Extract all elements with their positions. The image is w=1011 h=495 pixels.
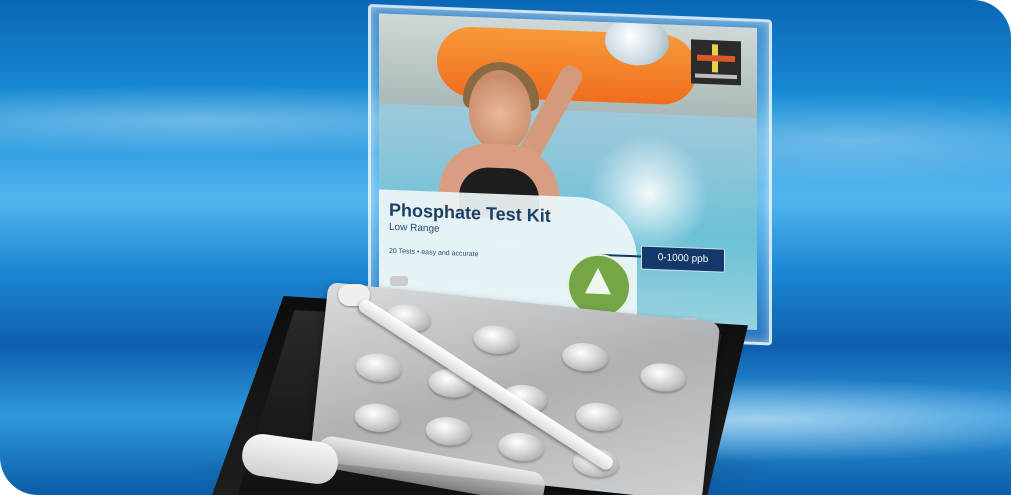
tablet	[472, 323, 521, 357]
logo-text	[695, 73, 737, 80]
photo-frame: Phosphate Test Kit Low Range 20 Tests • …	[0, 0, 1011, 495]
flask-icon	[585, 267, 611, 295]
lid-card: Phosphate Test Kit Low Range 20 Tests • …	[379, 13, 757, 330]
logo-cross-horizontal	[697, 54, 735, 63]
range-label: 0-1000 ppb	[641, 245, 725, 273]
tablet	[354, 351, 404, 384]
tablet	[424, 414, 473, 448]
product-tests: 20 Tests • easy and accurate	[389, 247, 479, 259]
hinge-left	[390, 276, 408, 286]
tablet	[353, 401, 402, 435]
brand-logo	[691, 39, 741, 86]
tablet	[560, 340, 610, 374]
tablet	[496, 430, 546, 464]
product-subtitle: Low Range	[389, 221, 440, 235]
tablet	[638, 361, 688, 394]
tablet	[574, 400, 624, 434]
